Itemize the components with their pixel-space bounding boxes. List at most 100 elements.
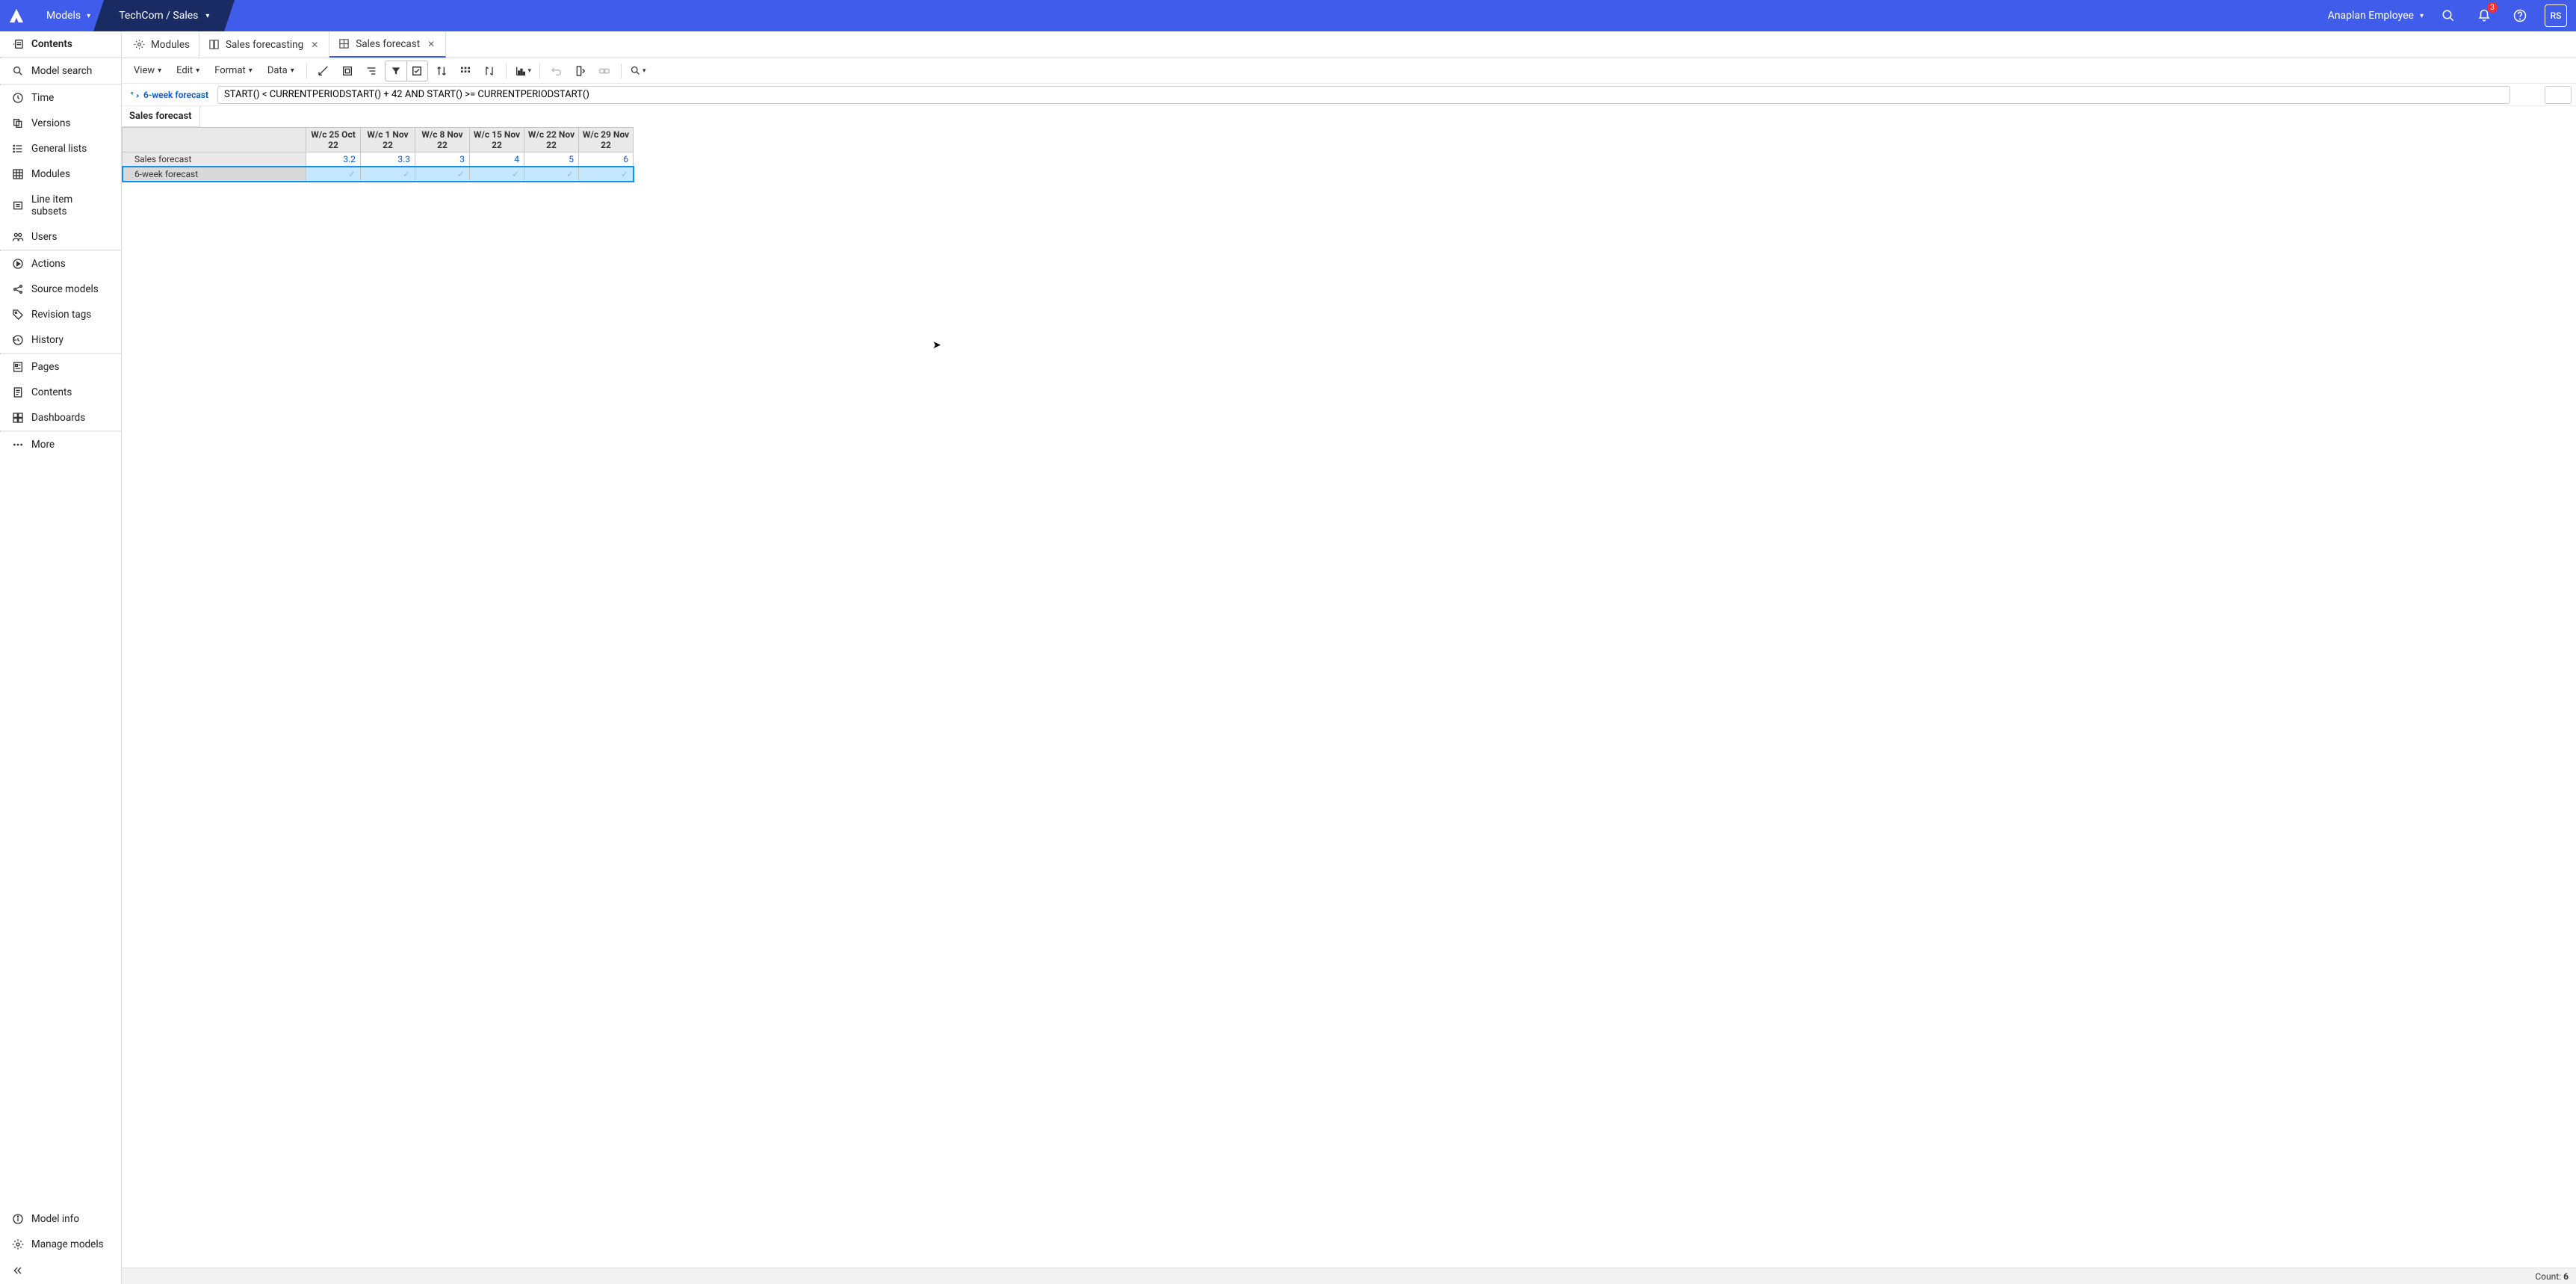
- chevron-down-icon: ▾: [196, 67, 199, 75]
- cell[interactable]: 3.2: [306, 152, 361, 167]
- collapse-sidebar-button[interactable]: [0, 1257, 121, 1284]
- cell-checkbox[interactable]: ✓: [306, 167, 361, 182]
- tab-modules[interactable]: Modules: [125, 31, 199, 58]
- sidebar-general-lists[interactable]: General lists: [0, 136, 121, 161]
- page-icon: [12, 361, 24, 373]
- cell[interactable]: 5: [524, 152, 579, 167]
- sidebar-label: Model search: [31, 65, 92, 77]
- table-row[interactable]: Sales forecast 3.2 3.3 3 4 5 6: [123, 152, 634, 167]
- sidebar-users[interactable]: Users: [0, 224, 121, 250]
- cell[interactable]: 3.3: [361, 152, 415, 167]
- chevron-down-icon: ▾: [528, 67, 532, 75]
- close-icon[interactable]: ✕: [309, 38, 320, 52]
- sidebar-actions[interactable]: Actions: [0, 251, 121, 277]
- formula-collapse-handle[interactable]: [2545, 86, 2572, 104]
- notifications-button[interactable]: 3: [2473, 4, 2495, 27]
- tab-label: Modules: [151, 39, 190, 51]
- sidebar-label: Revision tags: [31, 309, 91, 321]
- list-icon: [12, 143, 24, 155]
- sidebar-pages[interactable]: Pages: [0, 354, 121, 380]
- sheet-area: Sales forecast W/c 25 Oct 22 W/c 1 Nov 2…: [122, 106, 2576, 1268]
- sidebar-manage-models[interactable]: Manage models: [0, 1232, 121, 1257]
- show-hide-button[interactable]: [337, 61, 358, 81]
- line-item-selector[interactable]: 6-week forecast: [129, 90, 213, 100]
- sidebar-modules[interactable]: Modules: [0, 161, 121, 187]
- module-icon: [208, 39, 220, 50]
- app-logo[interactable]: [0, 0, 33, 31]
- cell-checkbox[interactable]: ✓: [361, 167, 415, 182]
- sheet-title: Sales forecast: [122, 106, 200, 127]
- sidebar-more[interactable]: More: [0, 432, 121, 457]
- sidebar-dashboards[interactable]: Dashboards: [0, 405, 121, 430]
- sidebar-source-models[interactable]: Source models: [0, 277, 121, 302]
- compare-button[interactable]: [479, 61, 500, 81]
- column-header[interactable]: W/c 25 Oct 22: [306, 128, 361, 152]
- indent-button[interactable]: [361, 61, 382, 81]
- search-cells-button[interactable]: ▾: [628, 61, 648, 81]
- column-header[interactable]: W/c 8 Nov 22: [415, 128, 470, 152]
- cell-checkbox[interactable]: ✓: [415, 167, 470, 182]
- expand-icon: [131, 90, 139, 99]
- chevron-down-icon: ▾: [2420, 12, 2424, 20]
- breakback-button: [594, 61, 615, 81]
- clock-icon: [12, 92, 24, 104]
- workspace-label: TechCom / Sales: [119, 10, 198, 22]
- pivot-button[interactable]: [313, 61, 334, 81]
- tab-sales-forecast[interactable]: Sales forecast ✕: [329, 31, 446, 58]
- row-header[interactable]: Sales forecast: [123, 152, 306, 167]
- sidebar-model-info[interactable]: Model info: [0, 1206, 121, 1232]
- sidebar-label: Contents: [31, 38, 72, 50]
- sidebar-label: History: [31, 334, 64, 346]
- sort-button[interactable]: [431, 61, 452, 81]
- sidebar-versions[interactable]: Versions: [0, 111, 121, 136]
- view-menu[interactable]: View▾: [128, 62, 167, 79]
- cell-checkbox[interactable]: ✓: [470, 167, 524, 182]
- menu-label: Format: [214, 65, 246, 76]
- sidebar-history[interactable]: History: [0, 327, 121, 353]
- tabbar: Modules Sales forecasting ✕ Sales foreca…: [122, 31, 2576, 58]
- sidebar-contents-nav[interactable]: Contents: [0, 380, 121, 405]
- checkbox-filter-button[interactable]: [406, 61, 427, 81]
- chart-button[interactable]: ▾: [513, 61, 533, 81]
- close-icon[interactable]: ✕: [426, 37, 436, 51]
- sidebar-revision-tags[interactable]: Revision tags: [0, 302, 121, 327]
- column-header[interactable]: W/c 1 Nov 22: [361, 128, 415, 152]
- format-menu[interactable]: Format▾: [208, 62, 258, 79]
- chevron-down-icon: ▾: [205, 12, 209, 20]
- cell-checkbox[interactable]: ✓: [524, 167, 579, 182]
- cell-checkbox[interactable]: ✓: [579, 167, 634, 182]
- table-row-selected[interactable]: 6-week forecast ✓ ✓ ✓ ✓ ✓ ✓: [123, 167, 634, 182]
- topbar-right: Anaplan Employee ▾ 3 RS: [2328, 4, 2576, 27]
- toolbar: View▾ Edit▾ Format▾ Data▾ ▾ ▾: [122, 58, 2576, 84]
- cell[interactable]: 4: [470, 152, 524, 167]
- formula-input[interactable]: [217, 86, 2510, 104]
- check-icon: ✓: [457, 169, 465, 179]
- data-grid[interactable]: W/c 25 Oct 22 W/c 1 Nov 22 W/c 8 Nov 22 …: [122, 127, 634, 182]
- conditional-format-button[interactable]: [455, 61, 476, 81]
- search-icon: [12, 65, 24, 77]
- sidebar-time[interactable]: Time: [0, 85, 121, 111]
- help-button[interactable]: [2509, 4, 2531, 27]
- corner-cell[interactable]: [123, 128, 306, 152]
- user-avatar[interactable]: RS: [2545, 4, 2567, 27]
- column-header[interactable]: W/c 22 Nov 22: [524, 128, 579, 152]
- filter-button[interactable]: [386, 61, 406, 81]
- workspace-dropdown[interactable]: TechCom / Sales ▾: [104, 0, 224, 31]
- row-header[interactable]: 6-week forecast: [123, 167, 306, 182]
- separator: [539, 64, 540, 78]
- sidebar-line-item-subsets[interactable]: Line item subsets: [0, 187, 121, 224]
- search-button[interactable]: [2437, 4, 2459, 27]
- column-header[interactable]: W/c 29 Nov 22: [579, 128, 634, 152]
- sidebar-contents-header[interactable]: Contents: [0, 31, 121, 57]
- sidebar-model-search[interactable]: Model search: [0, 58, 121, 84]
- tab-sales-forecasting[interactable]: Sales forecasting ✕: [199, 31, 329, 58]
- topbar-left: Models ▾ TechCom / Sales ▾: [0, 0, 224, 31]
- edit-menu[interactable]: Edit▾: [170, 62, 205, 79]
- user-dropdown[interactable]: Anaplan Employee ▾: [2328, 10, 2424, 22]
- column-header[interactable]: W/c 15 Nov 22: [470, 128, 524, 152]
- copy-down-button[interactable]: [570, 61, 591, 81]
- sidebar-label: Source models: [31, 283, 99, 295]
- data-menu[interactable]: Data▾: [261, 62, 300, 79]
- cell[interactable]: 3: [415, 152, 470, 167]
- cell[interactable]: 6: [579, 152, 634, 167]
